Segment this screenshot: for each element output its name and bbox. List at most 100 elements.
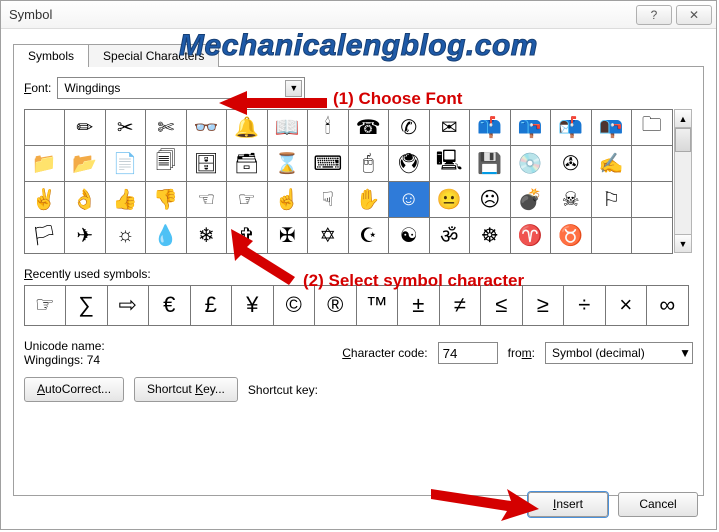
titlebar: Symbol ? ✕ (1, 1, 716, 29)
symbol-cell[interactable]: 🔔 (226, 109, 268, 146)
shortcut-key-button[interactable]: Shortcut Key... (134, 377, 238, 402)
symbol-cell[interactable]: ☺ (388, 181, 430, 218)
recent-symbol-cell[interactable]: £ (190, 285, 233, 326)
recent-symbol-cell[interactable]: ≤ (480, 285, 523, 326)
symbol-cell[interactable]: 🖲 (388, 145, 430, 182)
symbol-cell[interactable]: ☜ (186, 181, 228, 218)
symbol-cell[interactable]: 👌 (64, 181, 106, 218)
symbol-cell[interactable]: ✞ (226, 217, 268, 254)
from-dropdown[interactable]: Symbol (decimal) ▼ (545, 342, 693, 364)
symbol-cell[interactable]: ☟ (307, 181, 349, 218)
symbol-cell[interactable]: ✍ (591, 145, 633, 182)
symbol-cell[interactable]: 📪 (510, 109, 552, 146)
symbol-cell[interactable]: 👎 (145, 181, 187, 218)
symbol-cell[interactable]: ✈ (64, 217, 106, 254)
symbol-cell[interactable]: 💣 (510, 181, 552, 218)
symbol-cell[interactable]: 🗃 (226, 145, 268, 182)
symbol-cell[interactable]: ॐ (429, 217, 471, 254)
font-dropdown[interactable]: Wingdings ▼ (57, 77, 305, 99)
symbol-cell[interactable]: ✌ (24, 181, 66, 218)
symbol-cell[interactable]: ☠ (550, 181, 592, 218)
symbol-cell[interactable]: ✋ (348, 181, 390, 218)
close-button[interactable]: ✕ (676, 5, 712, 25)
recent-symbol-cell[interactable]: ⇨ (107, 285, 150, 326)
symbol-cell[interactable]: ✂ (105, 109, 147, 146)
symbol-cell[interactable]: 📫 (469, 109, 511, 146)
recent-symbol-cell[interactable]: ® (314, 285, 357, 326)
recent-symbol-cell[interactable]: ☞ (24, 285, 67, 326)
recent-symbol-cell[interactable]: ∞ (646, 285, 689, 326)
symbol-cell[interactable]: ✇ (550, 145, 592, 182)
symbol-cell[interactable]: 😐 (429, 181, 471, 218)
recent-symbol-cell[interactable]: ™ (356, 285, 399, 326)
help-button[interactable]: ? (636, 5, 672, 25)
recent-symbol-cell[interactable]: ≥ (522, 285, 565, 326)
recent-symbol-cell[interactable]: ¥ (231, 285, 274, 326)
symbol-cell[interactable]: ☪ (348, 217, 390, 254)
symbol-cell[interactable]: 👓 (186, 109, 228, 146)
symbol-cell[interactable]: 🕯 (307, 109, 349, 146)
symbol-cell[interactable]: ☝ (267, 181, 309, 218)
symbol-cell[interactable]: ☼ (105, 217, 147, 254)
scroll-up-icon[interactable]: ▲ (675, 110, 691, 128)
scroll-thumb[interactable] (675, 128, 691, 152)
tab-special-characters[interactable]: Special Characters (89, 44, 219, 67)
recent-symbol-cell[interactable]: € (148, 285, 191, 326)
recent-symbols-label: Recently used symbols: (24, 267, 693, 281)
symbol-cell[interactable]: 💿 (510, 145, 552, 182)
symbol-cell[interactable]: ❄ (186, 217, 228, 254)
info-row: Unicode name: Wingdings: 74 Character co… (24, 339, 693, 367)
symbol-cell[interactable]: 🖰 (348, 145, 390, 182)
symbol-cell[interactable]: ♈ (510, 217, 552, 254)
symbol-cell[interactable]: ✠ (267, 217, 309, 254)
symbol-cell[interactable] (631, 181, 673, 218)
symbol-cell[interactable]: ☎ (348, 109, 390, 146)
tabstrip: Symbols Special Characters (13, 43, 704, 66)
tab-symbols[interactable]: Symbols (13, 44, 89, 67)
recent-symbol-cell[interactable]: ÷ (563, 285, 606, 326)
symbol-cell[interactable]: ✏ (64, 109, 106, 146)
symbol-cell[interactable]: ⚐ (591, 181, 633, 218)
symbol-cell[interactable]: ⌛ (267, 145, 309, 182)
symbol-cell[interactable]: ✆ (388, 109, 430, 146)
symbol-cell[interactable] (24, 109, 66, 146)
symbol-cell[interactable]: 📭 (591, 109, 633, 146)
symbol-cell[interactable]: ⌨ (307, 145, 349, 182)
symbol-cell[interactable]: ✡ (307, 217, 349, 254)
symbol-cell[interactable] (591, 217, 633, 254)
symbol-cell[interactable]: 🖳 (429, 145, 471, 182)
symbol-cell[interactable]: 📂 (64, 145, 106, 182)
symbol-cell[interactable]: 🗐 (145, 145, 187, 182)
symbol-cell[interactable] (631, 145, 673, 182)
symbol-cell[interactable]: 💧 (145, 217, 187, 254)
scrollbar[interactable]: ▲ ▼ (674, 109, 692, 253)
symbol-cell[interactable]: ✉ (429, 109, 471, 146)
symbol-cell[interactable]: 🗄 (186, 145, 228, 182)
symbol-cell[interactable]: ✄ (145, 109, 187, 146)
symbol-cell[interactable]: ♉ (550, 217, 592, 254)
symbol-cell[interactable]: 📬 (550, 109, 592, 146)
symbol-cell[interactable] (631, 217, 673, 254)
recent-symbol-cell[interactable]: © (273, 285, 316, 326)
symbol-cell[interactable]: 📖 (267, 109, 309, 146)
symbol-cell[interactable]: 🏳 (24, 217, 66, 254)
autocorrect-button[interactable]: AutoCorrect... (24, 377, 124, 402)
from-value: Symbol (decimal) (552, 346, 645, 360)
recent-symbol-cell[interactable]: ± (397, 285, 440, 326)
recent-symbol-cell[interactable]: ≠ (439, 285, 482, 326)
recent-symbol-cell[interactable]: ∑ (65, 285, 108, 326)
symbol-cell[interactable]: ☹ (469, 181, 511, 218)
scroll-down-icon[interactable]: ▼ (675, 234, 691, 252)
symbol-cell[interactable]: 🗀 (631, 109, 673, 146)
symbol-cell[interactable]: 👍 (105, 181, 147, 218)
symbol-cell[interactable]: ☞ (226, 181, 268, 218)
symbol-cell[interactable]: 📄 (105, 145, 147, 182)
symbol-cell[interactable]: ☯ (388, 217, 430, 254)
character-code-input[interactable] (438, 342, 498, 364)
symbol-cell[interactable]: 💾 (469, 145, 511, 182)
cancel-button[interactable]: Cancel (618, 492, 698, 517)
symbol-cell[interactable]: ☸ (469, 217, 511, 254)
insert-button[interactable]: Insert (528, 492, 608, 517)
symbol-cell[interactable]: 📁 (24, 145, 66, 182)
recent-symbol-cell[interactable]: × (605, 285, 648, 326)
